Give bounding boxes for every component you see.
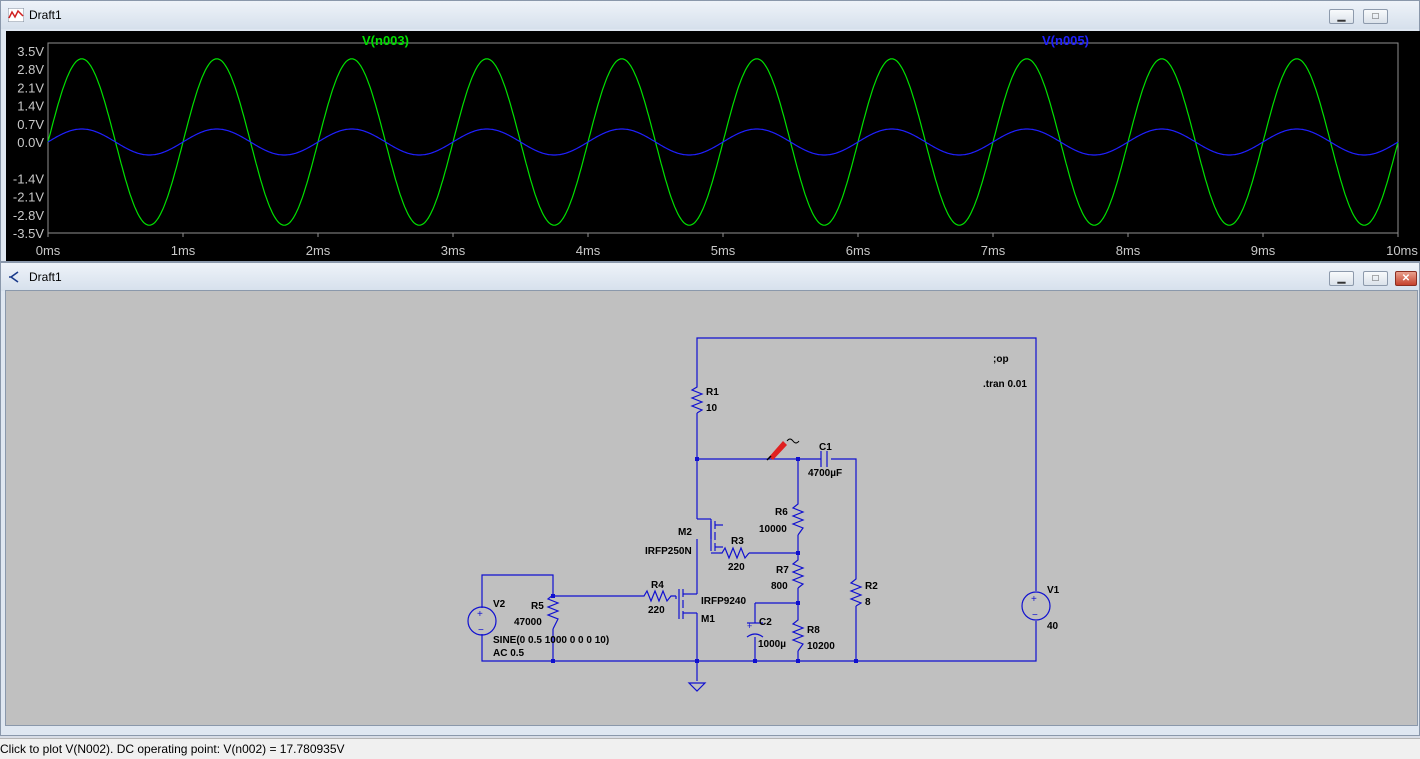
y-tick-label: 3.5V <box>17 44 44 59</box>
r7-name: R7 <box>776 565 789 576</box>
y-tick-label: -2.8V <box>13 208 44 223</box>
waveform-app-icon <box>8 8 24 22</box>
minimize-icon: ▁ <box>1337 273 1346 284</box>
voltage-probe-icon <box>766 438 800 461</box>
waveform-window-title: Draft1 <box>29 8 62 22</box>
resistor-r6[interactable] <box>791 501 805 536</box>
y-tick-label: -1.4V <box>13 171 44 186</box>
svg-text:+: + <box>477 609 483 620</box>
x-tick-label: 2ms <box>306 243 331 258</box>
v2-name: V2 <box>493 599 506 610</box>
r2-name: R2 <box>865 581 878 592</box>
m1-name: M1 <box>701 614 715 625</box>
schematic-titlebar[interactable]: Draft1 ▁ □ ✕ <box>1 263 1419 291</box>
ground-symbol[interactable] <box>687 682 707 692</box>
maximize-icon: □ <box>1372 273 1379 284</box>
waveform-minimize-button[interactable]: ▁ <box>1329 9 1354 24</box>
x-tick-label: 7ms <box>981 243 1006 258</box>
schematic-maximize-button[interactable]: □ <box>1363 271 1388 286</box>
status-text: Click to plot V(N002). DC operating poin… <box>0 742 345 756</box>
schematic-drawing[interactable]: + + − + − R1 10 C1 4700µF R6 10000 M2 IR… <box>6 291 1417 725</box>
resistor-r2[interactable] <box>849 576 863 607</box>
r8-value: 10200 <box>807 641 835 652</box>
x-tick-label: 4ms <box>576 243 601 258</box>
c1-value: 4700µF <box>808 468 842 479</box>
waveform-plot[interactable]: 3.5V 2.8V 2.1V 1.4V 0.7V 0.0V -1.4V -2.1V -2.8V -… <box>6 31 1420 261</box>
legend-v-n003[interactable]: V(n003) <box>362 33 409 48</box>
legend-v-n005[interactable]: V(n005) <box>1042 33 1089 48</box>
waveform-chart[interactable]: 3.5V 2.8V 2.1V 1.4V 0.7V 0.0V -1.4V -2.1V -2.8V -… <box>6 31 1420 261</box>
maximize-icon: □ <box>1372 11 1379 22</box>
schematic-canvas[interactable]: + + − + − R1 10 C1 4700µF R6 10000 M2 IR… <box>5 290 1418 726</box>
r5-name: R5 <box>531 601 544 612</box>
schematic-minimize-button[interactable]: ▁ <box>1329 271 1354 286</box>
resistor-r7[interactable] <box>791 557 805 589</box>
r5-value: 47000 <box>514 617 542 628</box>
resistor-r1[interactable] <box>690 384 704 414</box>
x-tick-label: 9ms <box>1251 243 1276 258</box>
voltage-source-v2[interactable]: + − <box>467 606 497 636</box>
capacitor-c1[interactable] <box>820 451 828 467</box>
r2-value: 8 <box>865 597 871 608</box>
mosfet-m1[interactable] <box>675 589 684 619</box>
svg-text:+: + <box>747 621 752 631</box>
directive-op[interactable]: ;op <box>993 354 1009 365</box>
r6-name: R6 <box>775 507 788 518</box>
r4-value: 220 <box>648 605 665 616</box>
minimize-icon: ▁ <box>1337 11 1346 22</box>
r8-name: R8 <box>807 625 820 636</box>
y-tick-label: -3.5V <box>13 226 44 241</box>
close-icon: ✕ <box>1401 273 1411 284</box>
r3-value: 220 <box>728 562 745 573</box>
v2-value: SINE(0 0.5 1000 0 0 0 10) <box>493 635 609 646</box>
waveform-window: Draft1 ▁ □ 3.5V 2.8V 2.1V 1.4V 0.7V 0.0V -1.4V… <box>0 0 1420 262</box>
svg-text:−: − <box>478 625 484 636</box>
y-tick-label: 0.7V <box>17 117 44 132</box>
x-tick-label: 10ms <box>1386 243 1418 258</box>
schematic-app-icon <box>9 271 19 283</box>
c2-value: 1000µ <box>758 639 786 650</box>
y-tick-label: 2.8V <box>17 62 44 77</box>
resistor-r3[interactable] <box>719 546 750 560</box>
v1-name: V1 <box>1047 585 1060 596</box>
r1-value: 10 <box>706 403 718 414</box>
svg-text:+: + <box>1031 594 1037 605</box>
r1-name: R1 <box>706 387 719 398</box>
status-bar: Click to plot V(N002). DC operating poin… <box>0 738 1420 759</box>
y-tick-label: -2.1V <box>13 190 44 205</box>
r4-name: R4 <box>651 580 664 591</box>
resistor-r4[interactable] <box>641 589 676 603</box>
y-tick-label: 1.4V <box>17 99 44 114</box>
x-tick-label: 3ms <box>441 243 466 258</box>
schematic-window-title: Draft1 <box>29 270 62 284</box>
v2-value2: AC 0.5 <box>493 648 525 659</box>
x-tick-label: 8ms <box>1116 243 1141 258</box>
voltage-source-v1[interactable]: + − <box>1021 591 1051 621</box>
x-tick-label: 0ms <box>36 243 61 258</box>
series-line-v-n005[interactable] <box>47 128 1399 156</box>
m2-value: IRFP250N <box>645 546 692 557</box>
svg-text:−: − <box>1032 610 1038 621</box>
v1-value: 40 <box>1047 621 1059 632</box>
wires <box>481 337 1037 681</box>
m1-value: IRFP9240 <box>701 596 746 607</box>
c2-name: C2 <box>759 617 772 628</box>
x-tick-label: 1ms <box>171 243 196 258</box>
mosfet-m2[interactable] <box>710 521 723 554</box>
waveform-titlebar[interactable]: Draft1 ▁ □ <box>1 1 1419 29</box>
r6-value: 10000 <box>759 524 787 535</box>
r3-name: R3 <box>731 536 744 547</box>
x-tick-label: 5ms <box>711 243 736 258</box>
x-tick-label: 6ms <box>846 243 871 258</box>
y-tick-label: 2.1V <box>17 80 44 95</box>
y-tick-label: 0.0V <box>17 135 44 150</box>
c1-name: C1 <box>819 442 832 453</box>
r7-value: 800 <box>771 581 788 592</box>
resistor-r8[interactable] <box>791 617 805 652</box>
m2-name: M2 <box>678 527 692 538</box>
directive-tran[interactable]: .tran 0.01 <box>983 379 1027 390</box>
waveform-maximize-button[interactable]: □ <box>1363 9 1388 24</box>
schematic-close-button[interactable]: ✕ <box>1395 271 1417 286</box>
